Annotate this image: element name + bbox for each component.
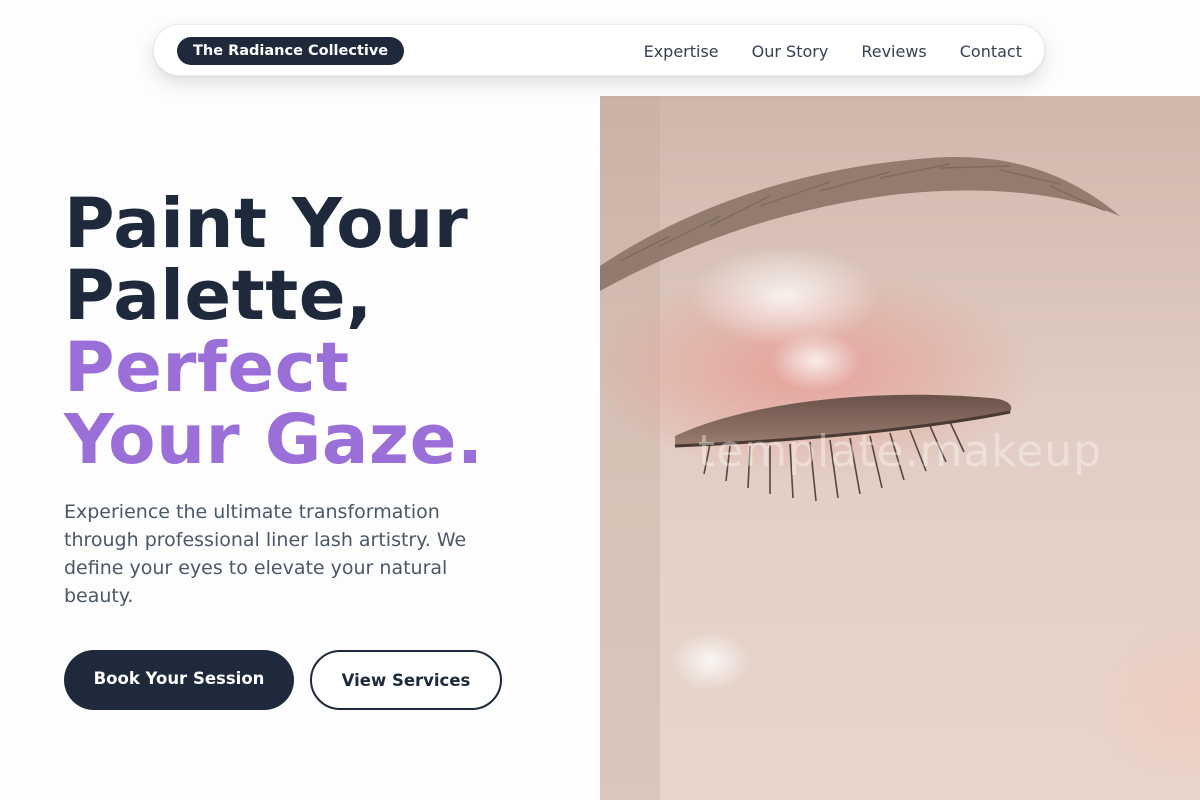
headline-line-4: Your Gaze. (64, 400, 484, 480)
headline-line-3: Perfect (64, 328, 350, 408)
view-services-button[interactable]: View Services (310, 650, 502, 710)
brand-logo[interactable]: The Radiance Collective (177, 37, 405, 65)
hero-description: Experience the ultimate transformation t… (64, 501, 467, 607)
nav-link-our-story[interactable]: Our Story (752, 42, 829, 61)
navbar: The Radiance Collective Expertise Our St… (153, 24, 1045, 76)
hero-headline: Paint Your Palette, Perfect Your Gaze. (64, 188, 484, 476)
nav-link-expertise[interactable]: Expertise (644, 42, 719, 61)
hero-eye-image: template.makeup (600, 96, 1200, 800)
nav-link-reviews[interactable]: Reviews (861, 42, 926, 61)
headline-line-2: Palette, (64, 256, 373, 336)
image-watermark: template.makeup (697, 426, 1103, 477)
headline-line-1: Paint Your (64, 184, 469, 264)
nav-links: Expertise Our Story Reviews Contact (644, 25, 1022, 77)
nav-link-contact[interactable]: Contact (960, 42, 1022, 61)
book-session-button[interactable]: Book Your Session (64, 650, 294, 710)
